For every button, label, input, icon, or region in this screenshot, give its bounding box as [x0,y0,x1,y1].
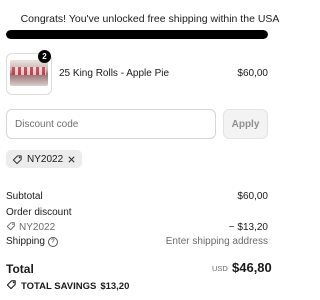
product-price: $60,00 [237,68,268,79]
product-name: 25 King Rolls - Apple Pie [59,68,170,79]
shipping-row: Shipping ? Enter shipping address [6,236,268,247]
discount-detail-row: NY2022 − $13,20 [6,221,268,234]
tag-icon [12,154,23,165]
subtotal-value: $60,00 [237,191,268,202]
applied-discount-tag: NY2022 [6,150,83,168]
total-savings-label: TOTAL SAVINGS [21,280,97,292]
shipping-label-group: Shipping ? [6,236,58,247]
applied-discount-code: NY2022 [27,153,64,165]
discount-detail-code: NY2022 [19,222,56,233]
discount-detail-code-group: NY2022 [6,221,55,234]
remove-discount-close-icon[interactable] [67,155,76,164]
help-circle-icon[interactable]: ? [47,236,58,247]
shipping-label: Shipping [6,236,45,247]
shipping-banner-text: Congrats! You've unlocked free shipping … [20,13,280,25]
apply-discount-button[interactable]: Apply [223,109,268,139]
shipping-progress-fill [6,30,268,39]
subtotal-row: Subtotal $60,00 [6,191,268,202]
order-discount-label: Order discount [6,207,72,218]
total-savings-row: TOTAL SAVINGS $13,20 [6,279,129,293]
tag-icon [6,221,16,234]
order-discount-row: Order discount [6,207,268,218]
discount-amount: − $13,20 [228,222,268,233]
tag-icon [6,279,17,293]
total-savings-value: $13,20 [100,280,130,292]
quantity-badge: 2 [38,50,51,63]
subtotal-label: Subtotal [6,191,43,202]
discount-code-input[interactable] [6,109,216,139]
total-label: Total [6,262,34,276]
product-image-label [12,67,46,75]
total-value: $46,80 [232,260,272,275]
shipping-progress-bar [6,30,268,39]
shipping-value: Enter shipping address [165,236,268,247]
currency-code: USD [212,264,228,273]
